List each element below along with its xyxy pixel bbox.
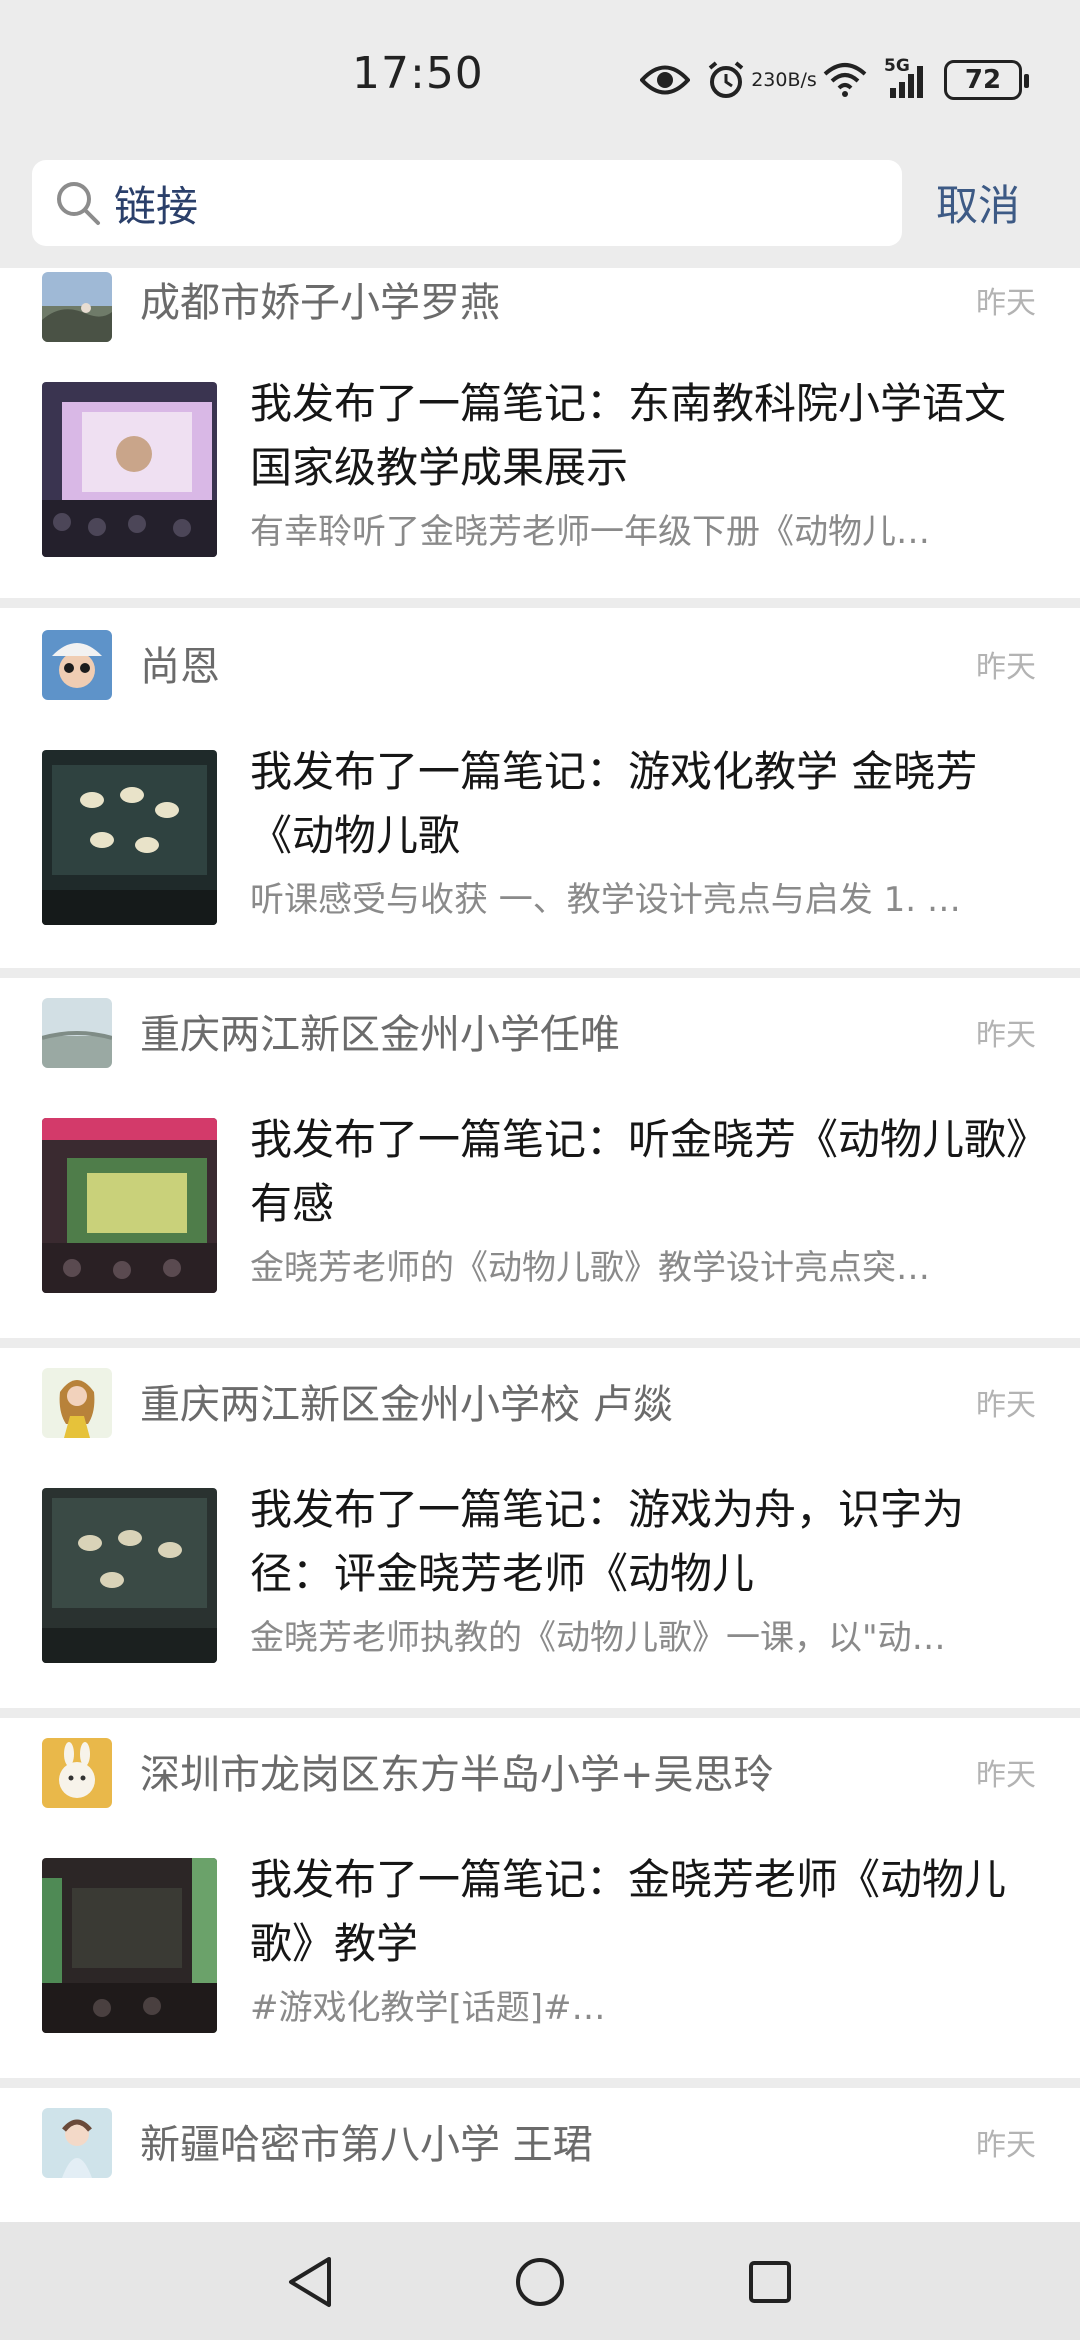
author-name: 重庆两江新区金州小学校 卢燚 xyxy=(140,1382,673,1428)
avatar[interactable] xyxy=(42,998,112,1068)
avatar[interactable] xyxy=(42,1738,112,1808)
post-title: 我发布了一篇笔记：游戏为舟，识字为径：评金晓芳老师《动物儿 xyxy=(250,1485,965,1598)
card-header: 重庆两江新区金州小学校 卢燚 昨天 xyxy=(0,1348,1080,1438)
card-header: 重庆两江新区金州小学任唯 昨天 xyxy=(0,978,1080,1068)
post-snippet: 金晓芳老师执教的《动物儿歌》一课，以"动… xyxy=(250,1618,946,1658)
alarm-icon xyxy=(706,60,746,100)
back-triangle-icon[interactable] xyxy=(278,2250,342,2314)
list-item[interactable]: 重庆两江新区金州小学任唯 昨天 我发布了一篇笔记：听金晓芳《动物儿歌》有感 金晓… xyxy=(0,978,1080,1338)
post-time: 昨天 xyxy=(976,1758,1036,1793)
post-snippet: 有幸聆听了金晓芳老师一年级下册《动物儿… xyxy=(250,512,930,552)
search-input[interactable] xyxy=(114,178,874,228)
list-item[interactable]: 新疆哈密市第八小学 王珺 昨天 xyxy=(0,2088,1080,2222)
card-header: 成都市娇子小学罗燕 昨天 xyxy=(0,268,1080,348)
post-time: 昨天 xyxy=(976,2128,1036,2163)
author-name: 尚恩 xyxy=(140,644,220,690)
author-name: 成都市娇子小学罗燕 xyxy=(140,280,500,326)
search-icon xyxy=(54,179,102,227)
net-speed-value: 230 xyxy=(751,69,788,91)
author-name: 深圳市龙岗区东方半岛小学+吴思玲 xyxy=(140,1752,774,1798)
post-thumbnail[interactable] xyxy=(42,750,217,925)
navigation-bar xyxy=(0,2222,1080,2340)
post-time: 昨天 xyxy=(976,286,1036,321)
post-time: 昨天 xyxy=(976,650,1036,685)
net-speed-unit: B/s xyxy=(787,69,817,91)
post-title: 我发布了一篇笔记：听金晓芳《动物儿歌》有感 xyxy=(250,1115,1028,1228)
card-header: 尚恩 昨天 xyxy=(0,608,1080,700)
list-item[interactable]: 成都市娇子小学罗燕 昨天 我发布了一篇笔记：东南教科院小学语文国家级教学成果展示… xyxy=(0,268,1080,598)
post-snippet: #游戏化教学[话题]#… xyxy=(250,1988,606,2028)
avatar[interactable] xyxy=(42,630,112,700)
net-speed: 230 B/s xyxy=(751,70,817,90)
status-icons: 230 B/s 5G 72 xyxy=(640,52,1029,108)
post-thumbnail[interactable] xyxy=(42,1488,217,1663)
list-item[interactable]: 重庆两江新区金州小学校 卢燚 昨天 我发布了一篇笔记：游戏为舟，识字为径：评金晓… xyxy=(0,1348,1080,1708)
post-snippet: 金晓芳老师的《动物儿歌》教学设计亮点突… xyxy=(250,1248,930,1288)
search-results-feed: 成都市娇子小学罗燕 昨天 我发布了一篇笔记：东南教科院小学语文国家级教学成果展示… xyxy=(0,268,1080,2222)
search-bar xyxy=(32,160,902,246)
card-header: 新疆哈密市第八小学 王珺 昨天 xyxy=(0,2088,1080,2178)
avatar[interactable] xyxy=(42,1368,112,1438)
status-time: 17:50 xyxy=(352,48,484,99)
home-circle-icon[interactable] xyxy=(508,2250,572,2314)
post-snippet: 听课感受与收获 一、教学设计亮点与启发 1. … xyxy=(250,880,961,920)
eye-icon xyxy=(640,63,690,97)
post-title: 我发布了一篇笔记：游戏化教学 金晓芳《动物儿歌 xyxy=(250,747,978,860)
post-time: 昨天 xyxy=(976,1018,1036,1053)
post-thumbnail[interactable] xyxy=(42,382,217,557)
battery-icon: 72 xyxy=(944,60,1029,100)
avatar[interactable] xyxy=(42,272,112,342)
list-item[interactable]: 尚恩 昨天 我发布了一篇笔记：游戏化教学 金晓芳《动物儿歌 听课感受与收获 一、… xyxy=(0,608,1080,968)
post-title: 我发布了一篇笔记：东南教科院小学语文国家级教学成果展示 xyxy=(250,379,1007,492)
author-name: 新疆哈密市第八小学 王珺 xyxy=(140,2122,593,2168)
avatar[interactable] xyxy=(42,2108,112,2178)
wifi-icon xyxy=(822,62,868,98)
cancel-button[interactable]: 取消 xyxy=(936,172,1020,233)
card-header: 深圳市龙岗区东方半岛小学+吴思玲 昨天 xyxy=(0,1718,1080,1808)
network-type: 5G xyxy=(884,56,910,76)
post-thumbnail[interactable] xyxy=(42,1858,217,2033)
signal-icon: 5G xyxy=(884,56,928,98)
post-title: 我发布了一篇笔记：金晓芳老师《动物儿歌》教学 xyxy=(250,1855,1007,1968)
list-item[interactable]: 深圳市龙岗区东方半岛小学+吴思玲 昨天 我发布了一篇笔记：金晓芳老师《动物儿歌》… xyxy=(0,1718,1080,2078)
status-bar: 17:50 230 B/s 5G 72 xyxy=(0,0,1080,150)
post-thumbnail[interactable] xyxy=(42,1118,217,1293)
post-time: 昨天 xyxy=(976,1388,1036,1423)
author-name: 重庆两江新区金州小学任唯 xyxy=(140,1012,620,1058)
recents-square-icon[interactable] xyxy=(738,2250,802,2314)
